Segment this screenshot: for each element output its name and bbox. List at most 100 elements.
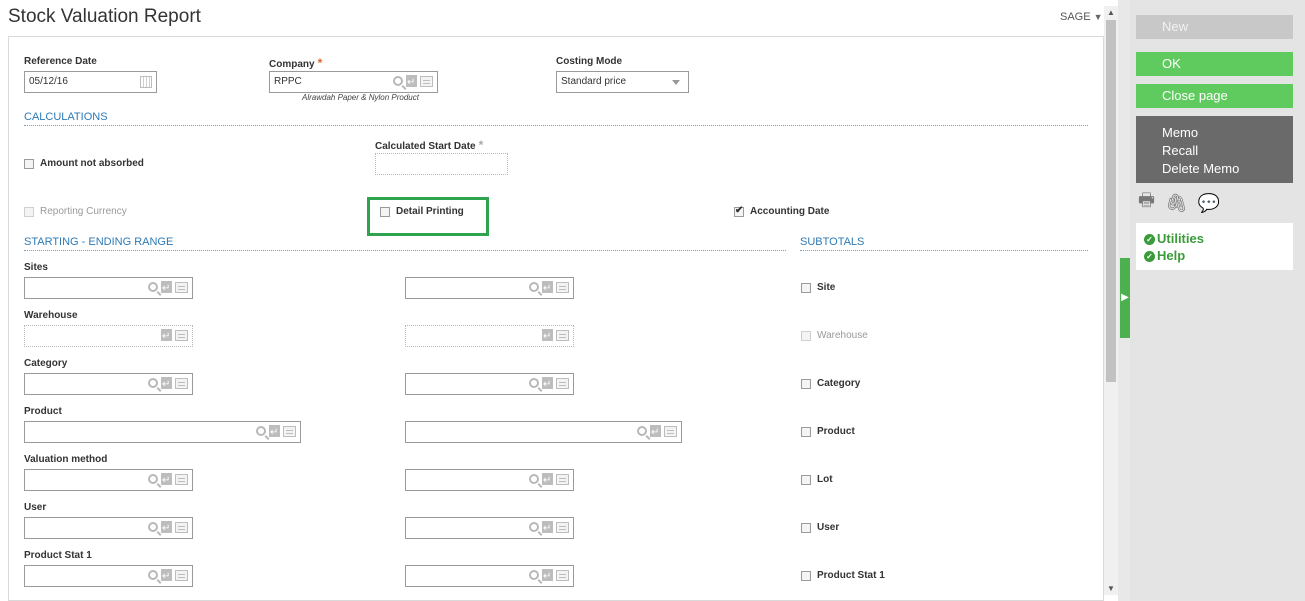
- search-icon[interactable]: [529, 282, 539, 292]
- search-icon[interactable]: [148, 282, 158, 292]
- scroll-up-icon[interactable]: ▲: [1107, 8, 1115, 17]
- scrollbar-thumb[interactable]: [1106, 20, 1116, 382]
- jump-icon[interactable]: [542, 567, 553, 587]
- scroll-down-icon[interactable]: ▼: [1107, 584, 1115, 593]
- jump-icon[interactable]: [161, 375, 172, 395]
- product-stat1-start-field[interactable]: [24, 565, 193, 587]
- search-icon[interactable]: [148, 522, 158, 532]
- sites-start-field[interactable]: [24, 277, 193, 299]
- detail-icon[interactable]: [420, 76, 433, 87]
- help-link[interactable]: ✓ Help: [1144, 247, 1293, 264]
- detail-icon[interactable]: [556, 474, 569, 485]
- reporting-currency-checkbox: Reporting Currency: [24, 206, 127, 217]
- delete-memo-button[interactable]: Delete Memo: [1162, 160, 1293, 178]
- amount-not-absorbed-checkbox[interactable]: Amount not absorbed: [24, 158, 144, 169]
- detail-icon[interactable]: [556, 570, 569, 581]
- jump-icon[interactable]: [161, 519, 172, 539]
- subtotal-user-checkbox[interactable]: User: [801, 522, 839, 533]
- product-start-field[interactable]: [24, 421, 301, 443]
- category-start-field[interactable]: [24, 373, 193, 395]
- calendar-icon[interactable]: [140, 76, 152, 88]
- jump-icon: [542, 327, 553, 347]
- subtotal-product-checkbox[interactable]: Product: [801, 426, 855, 437]
- scrollbar[interactable]: ▲ ▼: [1104, 6, 1118, 595]
- detail-icon[interactable]: [556, 282, 569, 293]
- detail-icon[interactable]: [556, 522, 569, 533]
- valuation-method-end-field[interactable]: [405, 469, 574, 491]
- search-icon[interactable]: [529, 474, 539, 484]
- jump-icon[interactable]: [161, 567, 172, 587]
- calculated-start-date-text: Calculated Start Date: [375, 141, 476, 152]
- attachment-icon[interactable]: 🖇: [1165, 193, 1188, 214]
- jump-icon[interactable]: [542, 471, 553, 491]
- jump-icon[interactable]: [542, 279, 553, 299]
- sites-end-field[interactable]: [405, 277, 574, 299]
- product-stat1-end-field[interactable]: [405, 565, 574, 587]
- reference-date-field[interactable]: 05/12/16: [24, 71, 157, 93]
- detail-icon[interactable]: [175, 570, 188, 581]
- detail-icon[interactable]: [283, 426, 296, 437]
- valuation-method-label: Valuation method: [24, 454, 108, 465]
- jump-icon[interactable]: [542, 519, 553, 539]
- search-icon[interactable]: [637, 426, 647, 436]
- chevron-down-icon: ✓: [1144, 234, 1155, 245]
- search-icon[interactable]: [148, 570, 158, 580]
- valuation-method-start-field[interactable]: [24, 469, 193, 491]
- search-icon[interactable]: [256, 426, 266, 436]
- search-icon[interactable]: [148, 474, 158, 484]
- warehouse-end-field: [405, 325, 574, 347]
- search-icon[interactable]: [148, 378, 158, 388]
- subtotal-site-label: Site: [817, 282, 836, 293]
- detail-icon[interactable]: [175, 474, 188, 485]
- detail-icon[interactable]: [175, 378, 188, 389]
- utilities-link[interactable]: ✓ Utilities: [1144, 230, 1293, 247]
- accounting-date-checkbox[interactable]: Accounting Date: [734, 205, 830, 217]
- subtotal-lot-checkbox[interactable]: Lot: [801, 474, 833, 485]
- reference-date-label: Reference Date: [24, 56, 97, 67]
- costing-mode-select[interactable]: Standard price: [556, 71, 689, 93]
- detail-icon[interactable]: [175, 282, 188, 293]
- reporting-currency-label: Reporting Currency: [40, 206, 127, 217]
- comment-icon[interactable]: 💬: [1198, 193, 1220, 214]
- ok-button[interactable]: OK: [1136, 52, 1293, 76]
- recall-button[interactable]: Recall: [1162, 142, 1293, 160]
- jump-icon[interactable]: [161, 471, 172, 491]
- sites-label: Sites: [24, 262, 48, 273]
- detail-icon[interactable]: [556, 378, 569, 389]
- user-label: User: [24, 502, 47, 513]
- search-icon[interactable]: [393, 76, 403, 86]
- subtotal-category-checkbox[interactable]: Category: [801, 378, 860, 389]
- collapse-panel-handle[interactable]: ▶: [1120, 258, 1130, 338]
- jump-icon[interactable]: [406, 73, 417, 93]
- product-end-field[interactable]: [405, 421, 682, 443]
- detail-icon[interactable]: [664, 426, 677, 437]
- detail-icon: [556, 330, 569, 341]
- subtotal-warehouse-checkbox: Warehouse: [801, 330, 868, 341]
- subtotal-product-stat1-checkbox[interactable]: Product Stat 1: [801, 570, 885, 581]
- print-icon[interactable]: 🖶: [1138, 188, 1155, 218]
- sage-menu-label: SAGE: [1060, 11, 1091, 23]
- accounting-date-label: Accounting Date: [750, 206, 830, 217]
- detail-icon[interactable]: [175, 522, 188, 533]
- search-icon[interactable]: [529, 522, 539, 532]
- jump-icon[interactable]: [542, 375, 553, 395]
- page-title: Stock Valuation Report: [8, 6, 201, 27]
- amount-not-absorbed-label: Amount not absorbed: [40, 158, 144, 169]
- close-page-button[interactable]: Close page: [1136, 84, 1293, 108]
- sage-menu[interactable]: SAGE ▼: [1060, 11, 1103, 23]
- jump-icon[interactable]: [161, 279, 172, 299]
- subtotal-warehouse-label: Warehouse: [817, 330, 868, 341]
- help-label: Help: [1157, 248, 1186, 263]
- company-field[interactable]: RPPC: [269, 71, 438, 93]
- user-start-field[interactable]: [24, 517, 193, 539]
- jump-icon[interactable]: [650, 423, 661, 443]
- search-icon[interactable]: [529, 570, 539, 580]
- subtotal-product-label: Product: [817, 426, 855, 437]
- user-end-field[interactable]: [405, 517, 574, 539]
- memo-button[interactable]: Memo: [1162, 124, 1293, 142]
- right-sidebar: New OK Close page Memo Recall Delete Mem…: [1130, 0, 1305, 601]
- subtotal-site-checkbox[interactable]: Site: [801, 282, 835, 293]
- jump-icon[interactable]: [269, 423, 280, 443]
- category-end-field[interactable]: [405, 373, 574, 395]
- search-icon[interactable]: [529, 378, 539, 388]
